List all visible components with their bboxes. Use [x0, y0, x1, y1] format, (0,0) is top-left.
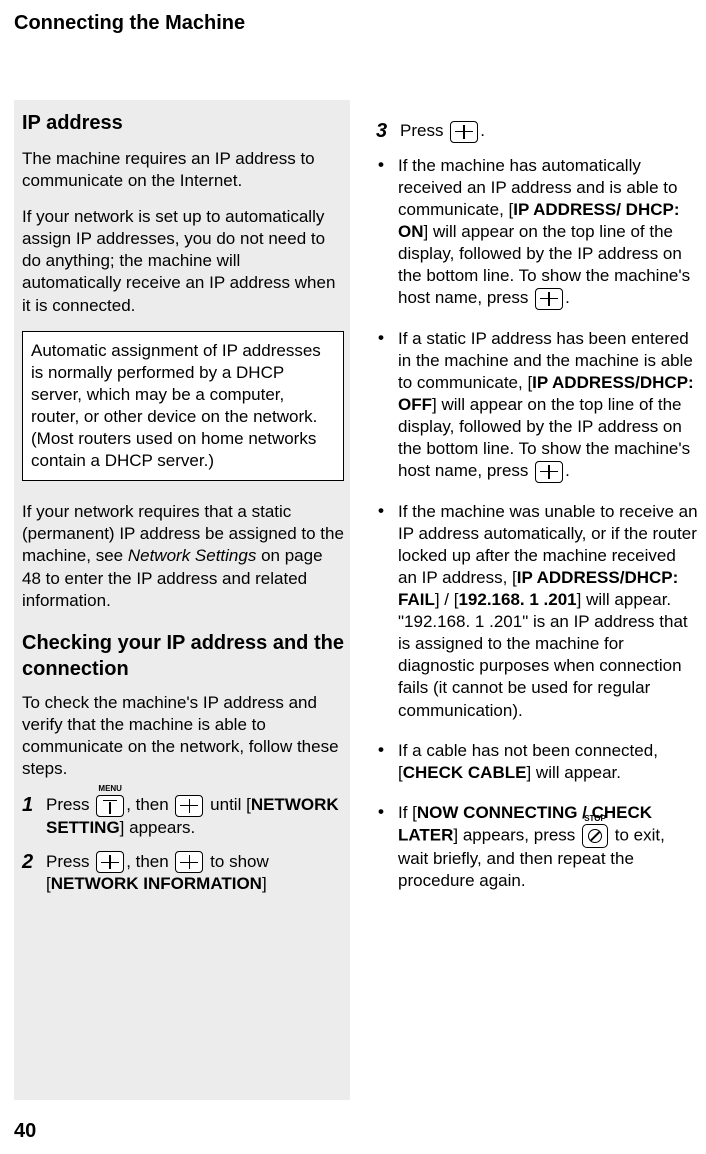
- text: Press: [400, 121, 448, 140]
- text: ] appears.: [120, 818, 196, 837]
- text: ] / [: [435, 590, 459, 609]
- paragraph: To check the machine's IP address and ve…: [22, 692, 344, 780]
- heading-checking-ip: Checking your IP address and the connect…: [22, 630, 344, 682]
- step-number: 2: [22, 851, 46, 873]
- nav-button-icon: [535, 461, 563, 483]
- bullet-marker: •: [376, 328, 398, 348]
- bullet-body: If the machine has automatically receive…: [398, 155, 698, 310]
- text: , then: [126, 795, 173, 814]
- paragraph: The machine requires an IP address to co…: [22, 148, 344, 192]
- reference-link: Network Settings: [128, 546, 257, 565]
- paragraph: If your network is set up to automatical…: [22, 206, 344, 316]
- text: ] will appear. "192.168. 1 .201" is an I…: [398, 590, 688, 719]
- menu-button-icon: MENU: [94, 794, 126, 817]
- bullet-body: If a static IP address has been entered …: [398, 328, 698, 483]
- paragraph: If your network requires that a static (…: [22, 501, 344, 611]
- bullet-body: If a cable has not been connected, [CHEC…: [398, 740, 698, 784]
- step-1: 1 Press MENU, then until [NETWORK SETTIN…: [22, 794, 344, 839]
- step-3: 3 Press .: [376, 120, 698, 143]
- text: If [: [398, 803, 417, 822]
- bullet-marker: •: [376, 155, 398, 175]
- step-body: Press .: [400, 120, 698, 143]
- step-body: Press , then to show [NETWORK INFORMATIO…: [46, 851, 344, 896]
- nav-button-icon: [450, 121, 478, 143]
- stop-button-icon: STOP: [580, 824, 610, 848]
- bullet-body: If [NOW CONNECTING / CHECK LATER] appear…: [398, 802, 698, 892]
- bullet-item: • If the machine has automatically recei…: [376, 155, 698, 310]
- text: Press: [46, 795, 94, 814]
- note-box: Automatic assignment of IP addresses is …: [22, 331, 344, 482]
- bullet-item: • If a cable has not been connected, [CH…: [376, 740, 698, 784]
- step-body: Press MENU, then until [NETWORK SETTING]…: [46, 794, 344, 839]
- step-number: 1: [22, 794, 46, 816]
- bullet-marker: •: [376, 740, 398, 760]
- text: , then: [126, 852, 173, 871]
- button-label: MENU: [98, 784, 122, 794]
- display-term: CHECK CABLE: [403, 763, 527, 782]
- step-number: 3: [376, 120, 400, 142]
- text: .: [565, 288, 570, 307]
- left-column: IP address The machine requires an IP ad…: [14, 100, 350, 1100]
- bullet-item: • If a static IP address has been entere…: [376, 328, 698, 483]
- nav-button-icon: [535, 288, 563, 310]
- bullet-body: If the machine was unable to receive an …: [398, 501, 698, 722]
- right-column: 3 Press . • If the machine has automatic…: [376, 100, 698, 1100]
- page-number: 40: [14, 1118, 36, 1144]
- nav-button-icon: [96, 851, 124, 873]
- step-2: 2 Press , then to show [NETWORK INFORMAT…: [22, 851, 344, 896]
- nav-button-icon: [175, 795, 203, 817]
- display-term: 192.168. 1 .201: [458, 590, 576, 609]
- bullet-item: • If the machine was unable to receive a…: [376, 501, 698, 722]
- text: ]: [262, 874, 267, 893]
- nav-button-icon: [175, 851, 203, 873]
- text: .: [480, 121, 485, 140]
- button-label: STOP: [584, 814, 606, 824]
- bullet-item: • If [NOW CONNECTING / CHECK LATER] appe…: [376, 802, 698, 892]
- text: .: [565, 461, 570, 480]
- text: Press: [46, 852, 94, 871]
- content-columns: IP address The machine requires an IP ad…: [14, 100, 698, 1100]
- page-title: Connecting the Machine: [0, 0, 706, 36]
- text: until [: [205, 795, 250, 814]
- bullet-marker: •: [376, 501, 398, 521]
- bullet-marker: •: [376, 802, 398, 822]
- text: ] appears, press: [453, 825, 580, 844]
- text: ] will appear.: [526, 763, 621, 782]
- heading-ip-address: IP address: [22, 110, 344, 136]
- display-term: NETWORK INFORMATION: [51, 874, 262, 893]
